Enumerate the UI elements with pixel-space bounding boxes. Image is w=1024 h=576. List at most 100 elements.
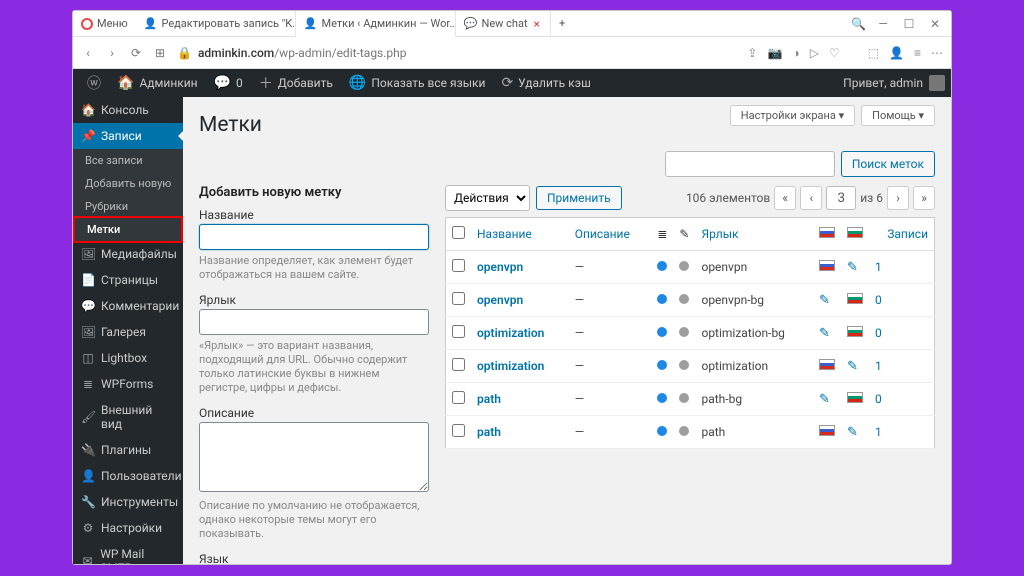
pencil-icon[interactable]: ✎ [847, 425, 858, 440]
row-checkbox[interactable] [452, 424, 465, 437]
url-field[interactable]: 🔒 adminkin.com/wp-admin/edit-tags.php [177, 46, 737, 60]
reload-icon[interactable]: ⟳ [129, 46, 143, 60]
pencil-icon[interactable]: ✎ [819, 326, 830, 341]
first-page[interactable]: « [774, 186, 796, 210]
cube-icon[interactable]: ⬚ [868, 46, 879, 60]
sidebar-item-label: Инструменты [101, 495, 178, 509]
sidebar-item-Пользователи[interactable]: 👤Пользователи [73, 463, 183, 489]
sidebar-item-Комментарии[interactable]: 💬Комментарии [73, 293, 183, 319]
select-all-checkbox[interactable] [452, 226, 465, 239]
row-checkbox[interactable] [452, 325, 465, 338]
easy-setup-icon[interactable]: ⋯ [931, 46, 943, 60]
slug-field[interactable] [199, 309, 429, 335]
sidebar-sub-Рубрики[interactable]: Рубрики [73, 195, 183, 218]
search-icon[interactable]: 🔍 [851, 17, 863, 31]
tag-name-link[interactable]: openvpn [477, 293, 523, 307]
opera-menu[interactable]: Меню [73, 17, 136, 30]
delete-cache[interactable]: ⟳Удалить кэш [493, 75, 598, 91]
bulk-actions-select[interactable]: Действия [445, 185, 530, 211]
browser-tab[interactable]: 👤Метки ‹ Админкин — Wor…× [296, 11, 456, 37]
sidebar-item-Записи[interactable]: 📌Записи [73, 123, 183, 149]
wp-logo[interactable]: ⓦ [79, 73, 109, 93]
tag-name-link[interactable]: path [477, 392, 501, 406]
tab-close-icon[interactable]: × [532, 17, 542, 31]
screen-options-tab[interactable]: Настройки экрана ▾ [730, 105, 855, 126]
heart-icon[interactable]: ♡ [829, 46, 840, 60]
play-icon[interactable]: ▷ [810, 46, 819, 60]
camera-icon[interactable]: 📷 [767, 46, 782, 60]
desc-field[interactable] [199, 422, 429, 492]
minimize-icon[interactable]: — [877, 17, 889, 31]
table-row: optimization—optimization-bg✎0 [446, 317, 935, 350]
apply-button[interactable]: Применить [536, 186, 622, 210]
col-name[interactable]: Название [471, 218, 569, 251]
sidebar-sub-Метки[interactable]: Метки [75, 218, 181, 241]
back-icon[interactable]: ‹ [81, 46, 95, 60]
search-tags-button[interactable]: Поиск меток [841, 151, 935, 177]
sidebar-sub-Все записи[interactable]: Все записи [73, 149, 183, 172]
pencil-icon[interactable]: ✎ [847, 260, 858, 275]
name-field[interactable] [199, 224, 429, 250]
row-checkbox[interactable] [452, 391, 465, 404]
site-name[interactable]: 🏠Админкин [109, 75, 206, 91]
share-icon[interactable]: ⇪ [747, 46, 757, 60]
tag-count[interactable]: 1 [869, 251, 935, 284]
sidebar-item-Настройки[interactable]: ⚙Настройки [73, 515, 183, 541]
comments-bubble[interactable]: 💬0 [206, 75, 251, 91]
row-checkbox[interactable] [452, 292, 465, 305]
table-row: optimization—optimization✎1 [446, 350, 935, 383]
vpnbadge-icon[interactable]: ◑ [792, 46, 799, 60]
col-slug[interactable]: Ярлык [695, 218, 813, 251]
tag-name-link[interactable]: optimization [477, 359, 544, 373]
tag-name-link[interactable]: openvpn [477, 260, 523, 274]
lock-icon: 🔒 [177, 46, 192, 60]
tag-name-link[interactable]: path [477, 425, 501, 439]
sidebar-item-Инструменты[interactable]: 🔧Инструменты [73, 489, 183, 515]
add-new[interactable]: ＋Добавить [251, 73, 341, 93]
new-tab-button[interactable]: + [551, 11, 573, 37]
tag-count[interactable]: 0 [869, 284, 935, 317]
sidebar-item-Медиафайлы[interactable]: 🖼Медиафайлы [73, 241, 183, 267]
close-icon[interactable]: ✕ [929, 17, 941, 31]
row-checkbox[interactable] [452, 259, 465, 272]
items-count: 106 элементов [686, 191, 770, 205]
sidebar-item-Внешний вид[interactable]: 🖌Внешний вид [73, 397, 183, 437]
col-desc[interactable]: Описание [569, 218, 652, 251]
tag-count[interactable]: 0 [869, 317, 935, 350]
sidebar-item-Галерея[interactable]: 🖼Галерея [73, 319, 183, 345]
prev-page[interactable]: ‹ [800, 186, 822, 210]
sidebar-item-Страницы[interactable]: 📄Страницы [73, 267, 183, 293]
sidebar-item-Консоль[interactable]: 🏠Консоль [73, 97, 183, 123]
sidebar-item-Плагины[interactable]: 🔌Плагины [73, 437, 183, 463]
browser-tab[interactable]: 👤Редактировать запись "K…× [136, 11, 296, 37]
avatar[interactable] [929, 75, 945, 91]
person-icon[interactable]: 👤 [889, 46, 904, 60]
pencil-icon[interactable]: ✎ [819, 293, 830, 308]
tag-name-link[interactable]: optimization [477, 326, 544, 340]
sidebar-item-Lightbox[interactable]: ◫Lightbox [73, 345, 183, 371]
row-checkbox[interactable] [452, 358, 465, 371]
sidebar-sub-Добавить новую[interactable]: Добавить новую [73, 172, 183, 195]
speed-dial-icon[interactable]: ⊞ [153, 46, 167, 60]
pencil-icon[interactable]: ✎ [819, 392, 830, 407]
maximize-icon[interactable]: ☐ [903, 17, 915, 31]
tag-count[interactable]: 1 [869, 416, 935, 449]
next-page[interactable]: › [887, 186, 909, 210]
show-all-langs[interactable]: 🌐Показать все языки [341, 75, 494, 91]
help-tab[interactable]: Помощь ▾ [861, 105, 935, 126]
sidebar-item-WPForms[interactable]: ≣WPForms [73, 371, 183, 397]
greeting[interactable]: Привет, admin [843, 76, 923, 90]
sidebar-toggle-icon[interactable]: ≡ [914, 46, 921, 60]
col-posts[interactable]: Записи [869, 218, 935, 251]
page-number-input[interactable] [826, 186, 856, 210]
search-input[interactable] [665, 151, 835, 177]
pencil-icon[interactable]: ✎ [847, 359, 858, 374]
last-page[interactable]: » [913, 186, 935, 210]
browser-tab[interactable]: 💬New chat× [456, 11, 551, 37]
tag-count[interactable]: 0 [869, 383, 935, 416]
forward-icon[interactable]: › [105, 46, 119, 60]
sidebar-item-WP Mail SMTP[interactable]: ✉WP Mail SMTP [73, 541, 183, 564]
flag-bg-icon [847, 392, 863, 403]
tag-count[interactable]: 1 [869, 350, 935, 383]
sidebar-item-label: Пользователи [101, 469, 182, 483]
